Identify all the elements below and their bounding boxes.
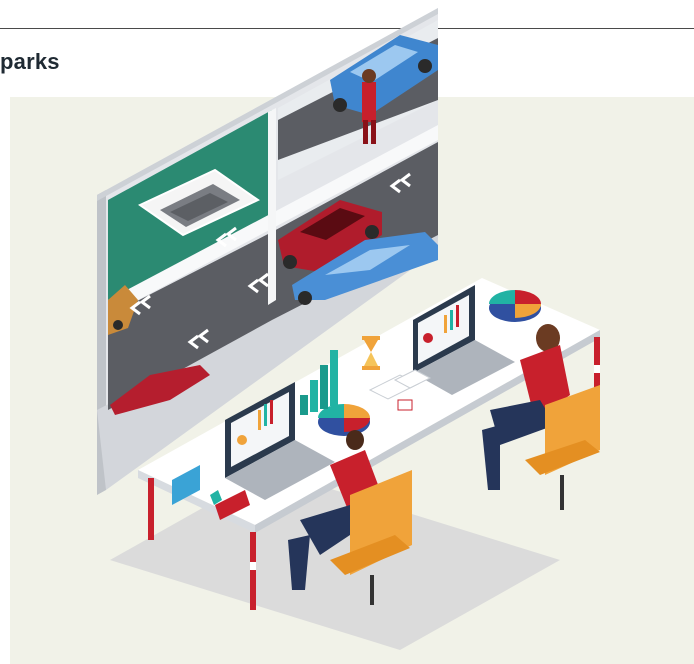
parking-office-illustration	[97, 8, 600, 650]
pie-chart-right	[489, 290, 541, 322]
